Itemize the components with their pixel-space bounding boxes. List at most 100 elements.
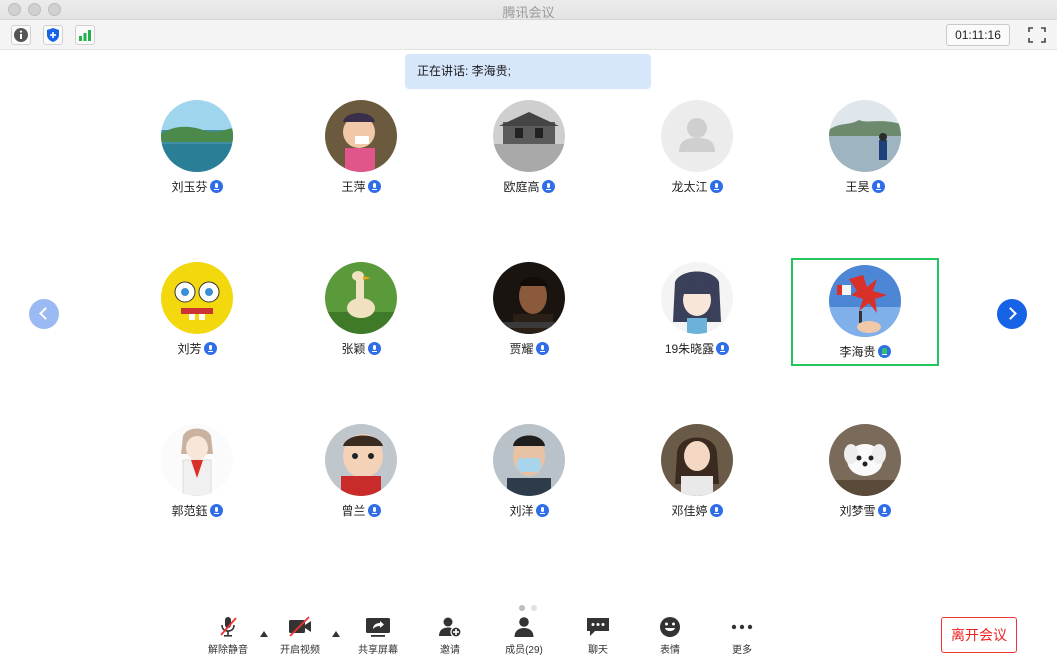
invite-icon [437,616,463,638]
chevron-left-icon [39,307,52,320]
participant-name: 刘玉芬 [171,180,208,194]
avatar [661,262,733,334]
avatar [161,100,233,172]
avatar [661,424,733,496]
control-bar: 解除静音 开启视频 共享屏幕 邀请 成员(29) 聊天 表情 更多 离开会议 [0,610,1057,661]
participant-tile[interactable]: 欧庭高 [459,92,599,195]
participant-tile[interactable]: 王昊 [795,92,935,194]
info-icon[interactable] [11,25,31,45]
video-options-caret-icon[interactable] [332,631,340,637]
members-icon [511,616,537,638]
participant-name: 刘洋 [509,504,534,518]
invite-label: 邀请 [440,645,460,656]
participant-name: 贾耀 [509,342,534,356]
start-video-label: 开启视频 [280,645,320,656]
participant-tile[interactable]: 19朱晓露 [627,254,767,357]
unmute-button[interactable]: 解除静音 [196,614,260,658]
avatar [829,424,901,496]
participant-name-row: 郭范鈺 [127,502,267,519]
mic-icon [535,342,549,355]
mic-icon [209,504,223,517]
participant-name: 刘芳 [177,342,202,356]
start-video-button[interactable]: 开启视频 [268,614,332,658]
avatar [493,100,565,172]
share-screen-label: 共享屏幕 [358,645,398,656]
mic-icon [535,504,549,517]
mic-icon [203,342,217,355]
meeting-toolbar: 01:11:16 [0,20,1057,50]
participant-tile[interactable]: 郭范鈺 [127,416,267,519]
participant-tile[interactable]: 王萍 [291,92,431,195]
audio-options-caret-icon[interactable] [260,631,268,637]
participant-name: 张颖 [341,342,366,356]
participant-tile[interactable]: 贾耀 [459,254,599,357]
share-screen-icon [365,616,391,638]
mic-icon [716,342,730,355]
participant-tile[interactable]: 刘芳 [127,254,267,356]
mic-icon [541,180,555,193]
more-button[interactable]: 更多 [710,614,774,658]
participant-name-row: 张颖 [291,340,431,357]
participant-tile[interactable]: 刘玉芬 [127,92,267,195]
participant-name-row: 贾耀 [459,340,599,357]
share-screen-button[interactable]: 共享屏幕 [346,614,410,658]
shield-icon[interactable] [43,25,63,45]
mic-icon [209,180,223,193]
leave-meeting-button[interactable]: 离开会议 [941,617,1017,653]
participant-name: 郭范鈺 [171,504,208,518]
more-label: 更多 [732,645,752,656]
participant-name: 刘梦雪 [839,504,876,518]
chat-label: 聊天 [588,645,608,656]
avatar [493,262,565,334]
participant-name-row: 龙太江 [627,178,767,195]
participant-name-row: 刘洋 [459,502,599,519]
reactions-label: 表情 [660,645,680,656]
mic-speaking-icon [877,345,891,358]
participant-tile[interactable]: 曾兰 [291,416,431,518]
mic-icon [367,504,381,517]
speaking-indicator: 正在讲话: 李海贵; [405,54,651,89]
chat-button[interactable]: 聊天 [566,614,630,658]
window-titlebar: 腾讯会议 [0,0,1057,20]
avatar [493,424,565,496]
participant-name: 王萍 [341,180,366,194]
participant-name: 李海贵 [839,345,876,359]
participant-tile[interactable]: 龙太江 [627,92,767,195]
avatar [325,424,397,496]
participant-tile[interactable]: 邓佳婷 [627,416,767,518]
signal-bars-icon[interactable] [75,25,95,45]
participant-name-row: 刘玉芬 [127,178,267,195]
avatar [661,100,733,172]
participant-name-row: 王萍 [291,178,431,195]
mic-icon [709,504,723,517]
participant-tile[interactable]: 刘洋 [459,416,599,519]
smiley-icon [657,616,683,638]
mic-icon [367,342,381,355]
invite-button[interactable]: 邀请 [418,614,482,658]
participant-name: 王昊 [845,180,870,194]
avatar [829,100,901,172]
fullscreen-icon[interactable] [1026,25,1048,45]
window-title: 腾讯会议 [502,5,555,20]
mic-icon [877,504,891,517]
participant-name: 邓佳婷 [671,504,708,518]
participant-tile[interactable]: 张颖 [291,254,431,357]
participant-tile[interactable]: 李海贵 [791,258,939,366]
members-label: 成员(29) [505,645,543,656]
meeting-timer: 01:11:16 [946,24,1010,46]
members-button[interactable]: 成员(29) [492,614,556,658]
reactions-button[interactable]: 表情 [638,614,702,658]
mic-icon [871,180,885,193]
next-page-button[interactable] [997,299,1027,329]
chevron-right-icon [1004,307,1017,320]
avatar [325,100,397,172]
participant-tile[interactable]: 刘梦雪 [795,416,935,518]
participant-name-row: 19朱晓露 [627,340,767,357]
participant-name-row: 欧庭高 [459,178,599,195]
avatar [161,262,233,334]
chat-icon [585,616,611,638]
more-dots-icon [729,616,755,638]
previous-page-button[interactable] [29,299,59,329]
mic-icon [709,180,723,193]
participant-name: 龙太江 [671,180,708,194]
